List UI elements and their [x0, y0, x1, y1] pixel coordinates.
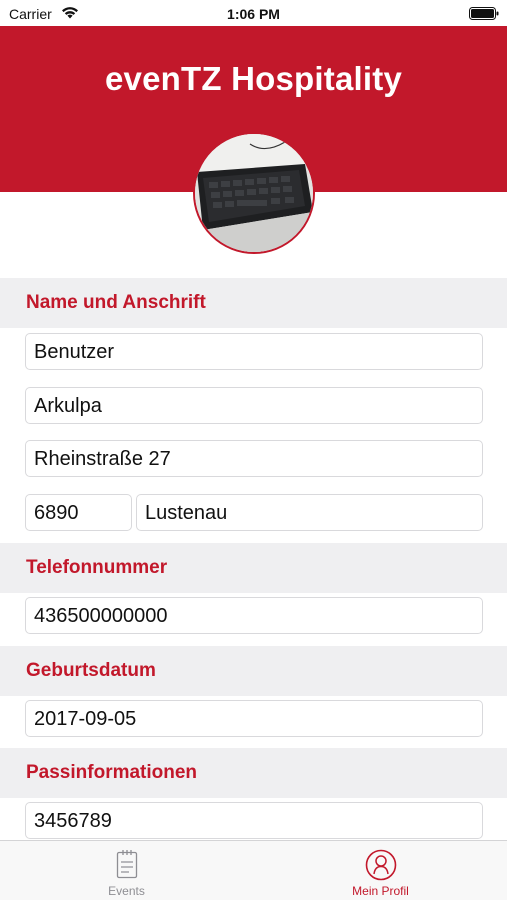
section-phone-title: Telefonnummer — [26, 557, 168, 578]
section-birthdate-title: Geburtsdatum — [26, 660, 156, 681]
passport-field[interactable]: 3456789 — [25, 802, 483, 839]
birthdate-value: 2017-09-05 — [34, 708, 137, 730]
zip-value: 6890 — [34, 502, 79, 524]
last-name-field[interactable]: Arkulpa — [25, 387, 483, 424]
tab-events[interactable]: Events — [0, 841, 253, 900]
city-field[interactable]: Lustenau — [136, 494, 483, 531]
first-name-value: Benutzer — [34, 341, 115, 363]
street-field[interactable]: Rheinstraße 27 — [25, 440, 483, 477]
phone-value: 436500000000 — [34, 605, 168, 627]
document-icon — [116, 850, 137, 879]
last-name-value: Arkulpa — [34, 395, 102, 417]
birthdate-field[interactable]: 2017-09-05 — [25, 700, 483, 737]
status-time: 1:06 PM — [227, 6, 280, 22]
street-value: Rheinstraße 27 — [34, 448, 171, 470]
phone-field[interactable]: 436500000000 — [25, 597, 483, 634]
status-bar: Carrier 1:06 PM — [0, 0, 507, 26]
section-passport-header: Passinformationen — [0, 748, 507, 798]
section-address-header: Name und Anschrift — [0, 278, 507, 328]
tab-bar: Events Mein Profil — [0, 840, 507, 900]
zip-field[interactable]: 6890 — [25, 494, 132, 531]
section-address-title: Name und Anschrift — [26, 292, 206, 313]
first-name-field[interactable]: Benutzer — [25, 333, 483, 370]
profile-icon — [365, 849, 396, 881]
keyboard-photo — [195, 134, 313, 252]
section-passport-title: Passinformationen — [26, 762, 198, 783]
tab-mein-profil-label: Mein Profil — [352, 884, 409, 898]
profile-avatar[interactable] — [193, 132, 315, 254]
tab-events-label: Events — [108, 884, 145, 898]
tab-mein-profil[interactable]: Mein Profil — [254, 841, 507, 900]
section-birthdate-header: Geburtsdatum — [0, 646, 507, 696]
app-title: evenTZ Hospitality — [105, 60, 402, 97]
battery-icon — [469, 7, 499, 20]
section-phone-header: Telefonnummer — [0, 543, 507, 593]
passport-value: 3456789 — [34, 810, 112, 832]
city-value: Lustenau — [145, 502, 228, 524]
